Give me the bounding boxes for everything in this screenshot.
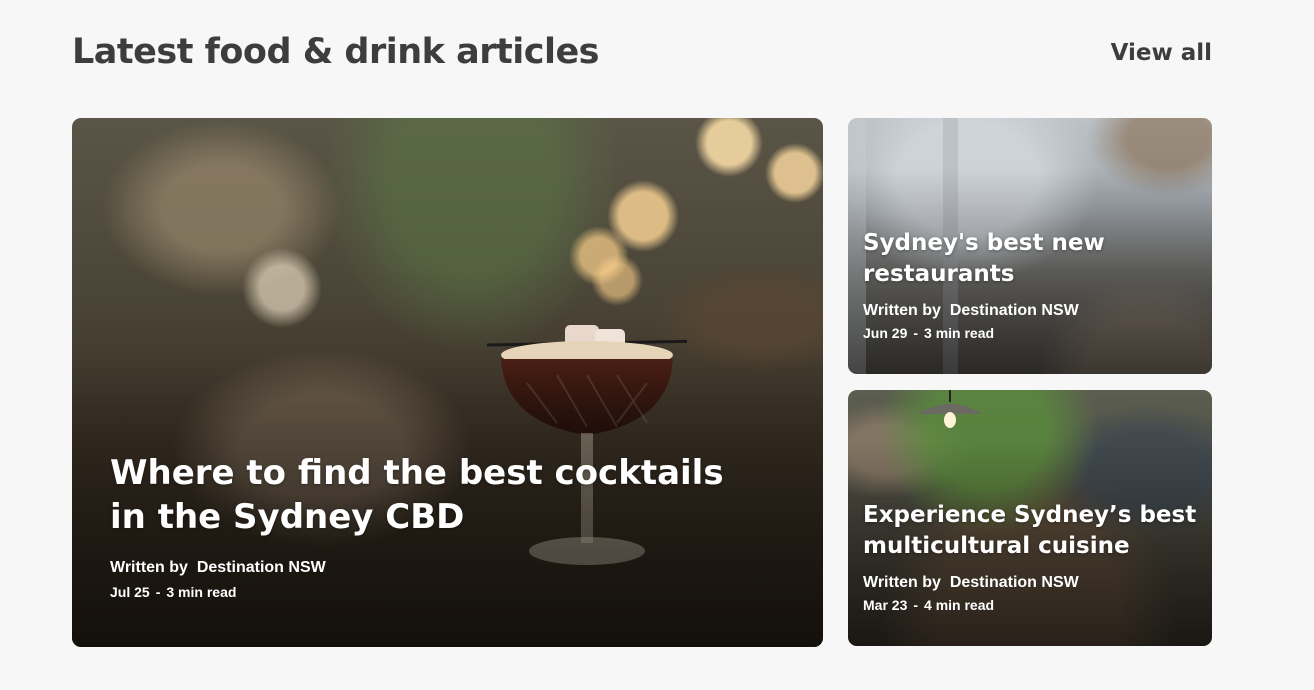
article-meta: Jul 25-3 min read: [110, 584, 750, 600]
article-read-time: 3 min read: [166, 584, 237, 600]
meta-separator: -: [913, 325, 919, 341]
section-title: Latest food & drink articles: [72, 32, 600, 72]
article-read-time: 3 min read: [924, 325, 995, 341]
section-header: Latest food & drink articles View all: [72, 28, 1212, 84]
article-card-cocktails[interactable]: Where to find the best cocktails in the …: [72, 118, 823, 647]
article-meta: Mar 23-4 min read: [863, 597, 1203, 613]
article-date: Jun 29: [863, 325, 908, 341]
view-all-link[interactable]: View all: [1111, 40, 1212, 66]
article-card-multicultural[interactable]: Experience Sydney’s best multicultural c…: [848, 390, 1212, 646]
article-byline: Written by Destination NSW: [863, 574, 1203, 592]
article-title[interactable]: Experience Sydney’s best multicultural c…: [863, 500, 1203, 562]
article-text: Sydney's best new restaurants Written by…: [863, 228, 1193, 341]
article-byline: Written by Destination NSW: [110, 559, 750, 577]
article-date: Mar 23: [863, 597, 908, 613]
written-by-label: Written by: [110, 559, 188, 576]
article-byline: Written by Destination NSW: [863, 302, 1193, 320]
article-date: Jul 25: [110, 584, 150, 600]
meta-separator: -: [155, 584, 161, 600]
written-by-label: Written by: [863, 574, 941, 591]
article-text: Experience Sydney’s best multicultural c…: [863, 500, 1203, 613]
article-read-time: 4 min read: [924, 597, 995, 613]
written-by-label: Written by: [863, 302, 941, 319]
article-text: Where to find the best cocktails in the …: [110, 451, 750, 600]
article-meta: Jun 29-3 min read: [863, 325, 1193, 341]
meta-separator: -: [913, 597, 919, 613]
article-title[interactable]: Sydney's best new restaurants: [863, 228, 1193, 290]
article-author: Destination NSW: [196, 559, 326, 576]
article-author: Destination NSW: [949, 302, 1079, 319]
article-card-restaurants[interactable]: Sydney's best new restaurants Written by…: [848, 118, 1212, 374]
article-author: Destination NSW: [949, 574, 1079, 591]
article-title[interactable]: Where to find the best cocktails in the …: [110, 451, 750, 539]
